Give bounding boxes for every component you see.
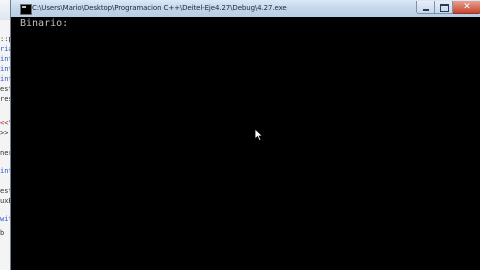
maximize-button[interactable]: [435, 1, 453, 14]
window-title: C:\Users\Mario\Desktop\Programacion C++\…: [32, 4, 287, 12]
minimize-button[interactable]: [416, 1, 435, 14]
console-app-icon[interactable]: [20, 4, 32, 15]
maximize-icon: [440, 4, 449, 12]
console-window: C:\Users\Mario\Desktop\Programacion C++\…: [10, 0, 480, 270]
desktop: ::pc rial int int int esta resp <<" >> r ner int es…: [0, 0, 480, 270]
title-bar[interactable]: C:\Users\Mario\Desktop\Programacion C++\…: [11, 0, 480, 18]
console-output-area[interactable]: Binario:: [11, 17, 480, 270]
close-button[interactable]: ✕: [453, 1, 480, 14]
close-icon: ✕: [463, 2, 471, 12]
mouse-pointer-icon: [254, 128, 264, 142]
minimize-icon: [423, 9, 429, 11]
console-text: Binario:: [20, 18, 69, 29]
